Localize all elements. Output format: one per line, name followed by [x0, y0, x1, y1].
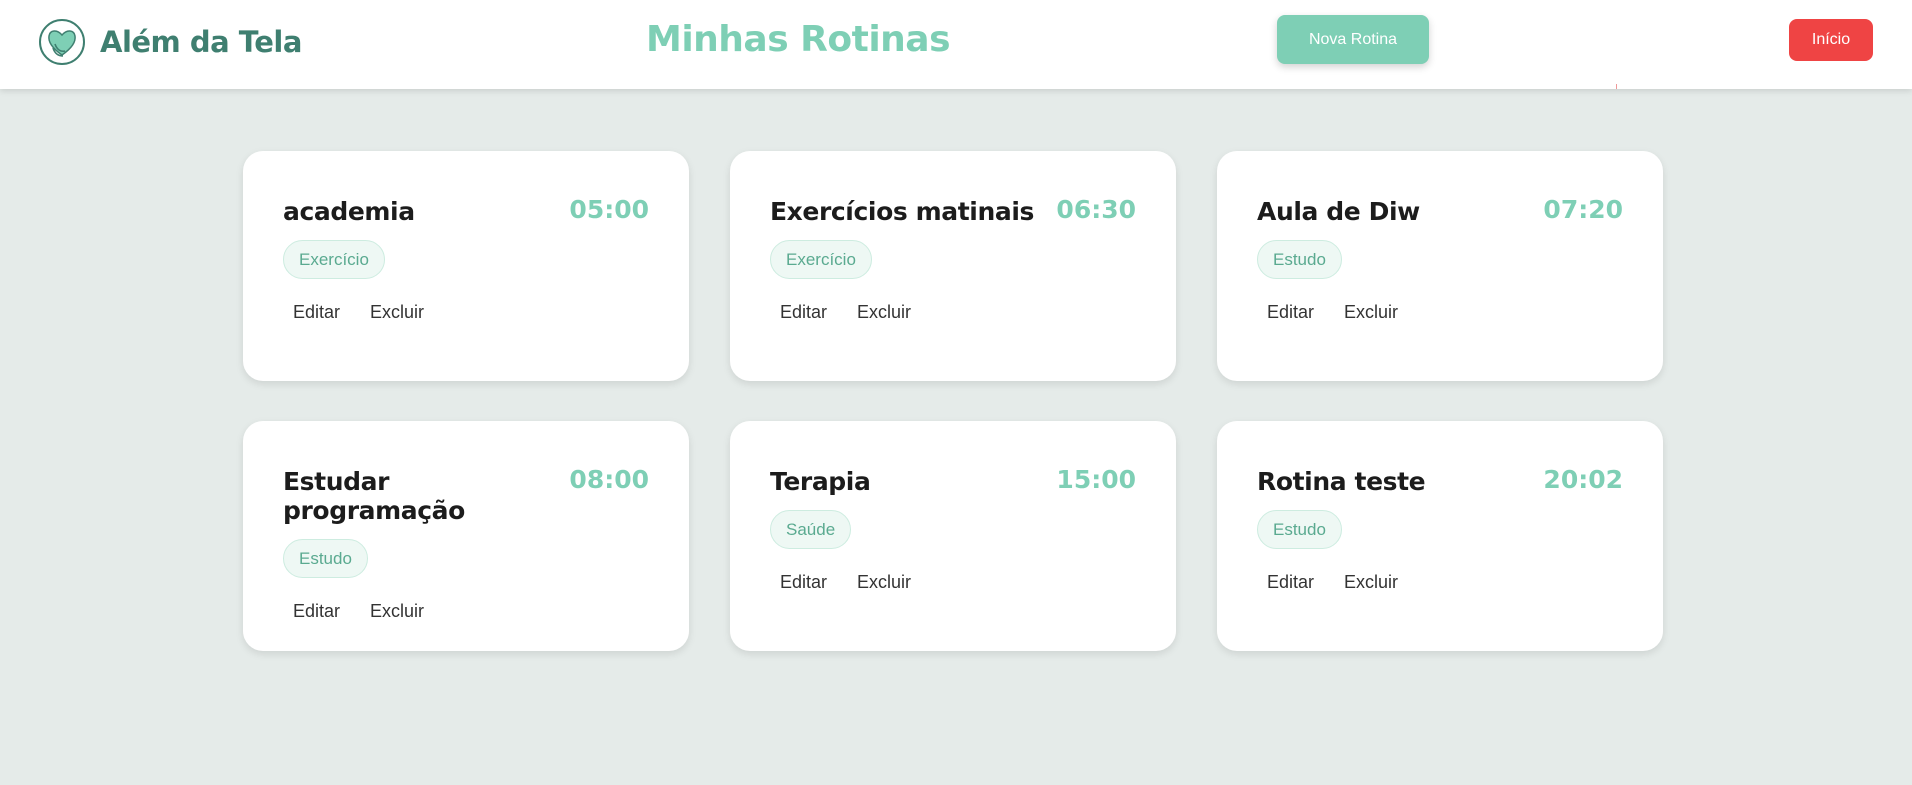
category-badge: Saúde: [770, 510, 852, 549]
routine-card: academia 05:00 Exercício Editar Excluir: [243, 151, 689, 381]
delete-button[interactable]: Excluir: [1334, 292, 1408, 333]
edit-button[interactable]: Editar: [283, 591, 350, 632]
routine-time: 07:20: [1543, 195, 1623, 224]
delete-button[interactable]: Excluir: [847, 562, 921, 603]
category-badge: Exercício: [770, 240, 872, 279]
brand-name: Além da Tela: [100, 25, 302, 59]
new-routine-button[interactable]: Nova Rotina: [1277, 15, 1429, 64]
routine-name: Aula de Diw: [1257, 197, 1420, 226]
edit-button[interactable]: Editar: [770, 562, 837, 603]
category-badge: Exercício: [283, 240, 385, 279]
leaf-heart-logo-icon: [39, 19, 85, 65]
routine-time: 05:00: [569, 195, 649, 224]
category-badge: Estudo: [1257, 240, 1342, 279]
delete-button[interactable]: Excluir: [360, 591, 434, 632]
routine-name: academia: [283, 197, 415, 226]
edit-button[interactable]: Editar: [283, 292, 350, 333]
routine-name: Terapia: [770, 467, 871, 496]
routine-name: Estudar programação: [283, 467, 465, 525]
delete-button[interactable]: Excluir: [1334, 562, 1408, 603]
top-navbar: Além da Tela Minhas Rotinas Nova Rotina …: [0, 0, 1912, 89]
routine-card: Terapia 15:00 Saúde Editar Excluir: [730, 421, 1176, 651]
routine-card: Exercícios matinais 06:30 Exercício Edit…: [730, 151, 1176, 381]
routine-time: 20:02: [1543, 465, 1623, 494]
routine-time: 06:30: [1056, 195, 1136, 224]
home-button[interactable]: Início: [1789, 19, 1873, 61]
delete-button[interactable]: Excluir: [847, 292, 921, 333]
routines-grid: academia 05:00 Exercício Editar Excluir …: [243, 151, 1663, 651]
brand[interactable]: Além da Tela: [38, 18, 302, 66]
edit-button[interactable]: Editar: [1257, 562, 1324, 603]
page-title: Minhas Rotinas: [646, 19, 951, 60]
category-badge: Estudo: [1257, 510, 1342, 549]
routine-card: Aula de Diw 07:20 Estudo Editar Excluir: [1217, 151, 1663, 381]
category-badge: Estudo: [283, 539, 368, 578]
routine-time: 15:00: [1056, 465, 1136, 494]
edit-button[interactable]: Editar: [770, 292, 837, 333]
routine-name: Rotina teste: [1257, 467, 1426, 496]
routine-card: Estudar programação 08:00 Estudo Editar …: [243, 421, 689, 651]
divider-mark: [1616, 84, 1617, 89]
delete-button[interactable]: Excluir: [360, 292, 434, 333]
edit-button[interactable]: Editar: [1257, 292, 1324, 333]
routine-card: Rotina teste 20:02 Estudo Editar Excluir: [1217, 421, 1663, 651]
routine-name: Exercícios matinais: [770, 197, 1034, 226]
routine-time: 08:00: [569, 465, 649, 494]
